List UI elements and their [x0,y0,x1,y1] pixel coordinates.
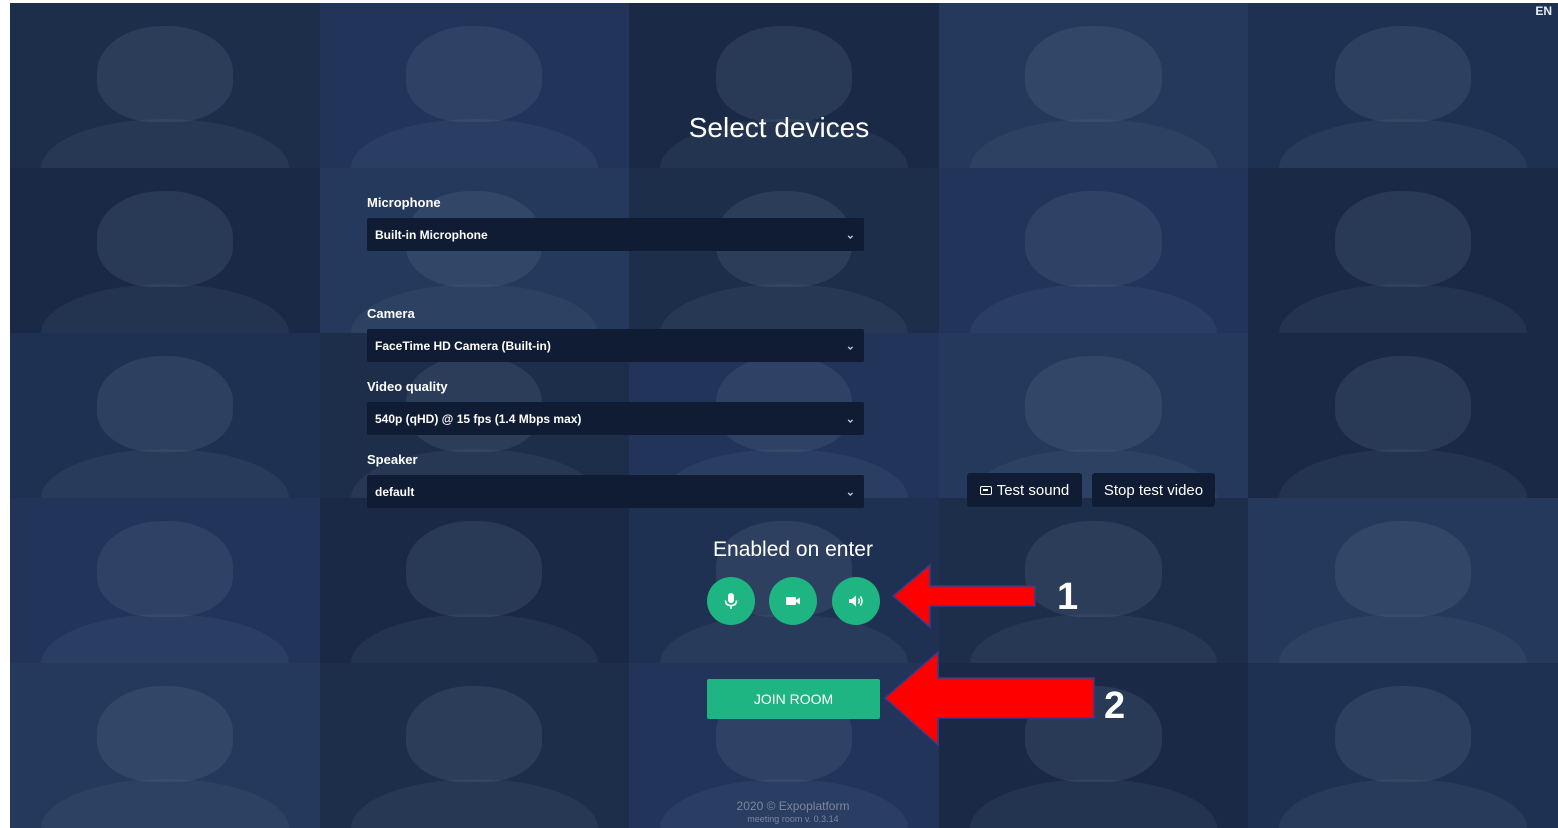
annotation-arrow-1 [891,563,1036,629]
annotation-arrow-2 [883,650,1095,747]
annotation-overlay [883,563,1095,747]
annotation-number-1: 1 [1057,576,1079,618]
annotation-number-2: 2 [1104,685,1126,727]
